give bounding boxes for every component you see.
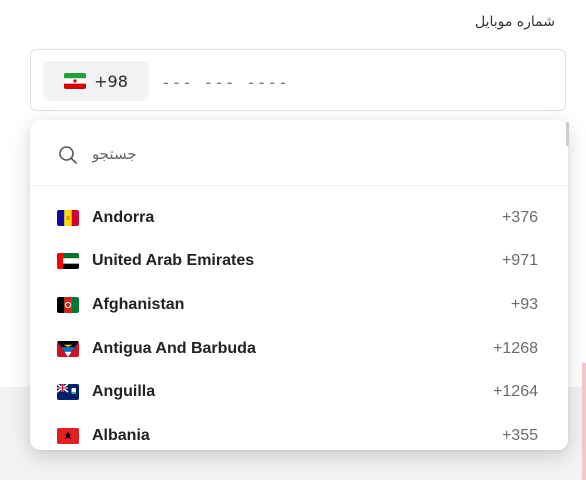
iran-flag-icon (64, 73, 87, 89)
country-list: Andorra +376 United Arab Emirates +971 A… (30, 196, 568, 450)
country-search-row (30, 120, 568, 186)
selected-country-code: +98 (94, 71, 128, 91)
country-name: United Arab Emirates (92, 252, 255, 270)
country-dial-code: +971 (501, 252, 538, 270)
country-name: Afghanistan (92, 295, 185, 313)
country-name: Andorra (92, 208, 155, 226)
country-option[interactable]: Andorra +376 (30, 196, 568, 240)
country-dial-code: +1264 (493, 383, 538, 401)
country-option[interactable]: United Arab Emirates +971 (30, 240, 568, 284)
andorra-flag-icon (57, 209, 79, 226)
dropdown-scrollbar[interactable] (566, 122, 569, 146)
country-name: Antigua And Barbuda (92, 339, 256, 357)
albania-flag-icon (57, 427, 79, 444)
country-dial-code: +93 (510, 295, 538, 313)
search-icon (59, 146, 77, 164)
country-name: Albania (92, 426, 150, 444)
country-dial-code: +1268 (493, 339, 538, 357)
side-accent (582, 363, 586, 480)
country-option[interactable]: Afghanistan +93 (30, 283, 568, 327)
phone-number-field: +98 (30, 49, 566, 111)
uae-flag-icon (57, 253, 79, 270)
country-dropdown: Andorra +376 United Arab Emirates +971 A… (30, 120, 568, 450)
country-code-selector[interactable]: +98 (43, 61, 149, 101)
mobile-number-label: شماره موبایل (474, 14, 555, 30)
country-dial-code: +355 (501, 426, 538, 444)
phone-number-input[interactable] (159, 62, 543, 102)
country-name: Anguilla (92, 383, 156, 401)
country-option[interactable]: Albania +355 (30, 414, 568, 450)
country-option[interactable]: Antigua And Barbuda +1268 (30, 327, 568, 371)
antigua-flag-icon (57, 340, 79, 357)
country-dial-code: +376 (501, 208, 538, 226)
afghanistan-flag-icon (57, 296, 79, 313)
anguilla-flag-icon (57, 384, 79, 401)
country-search-input[interactable] (90, 136, 534, 172)
country-option[interactable]: Anguilla +1264 (30, 370, 568, 414)
